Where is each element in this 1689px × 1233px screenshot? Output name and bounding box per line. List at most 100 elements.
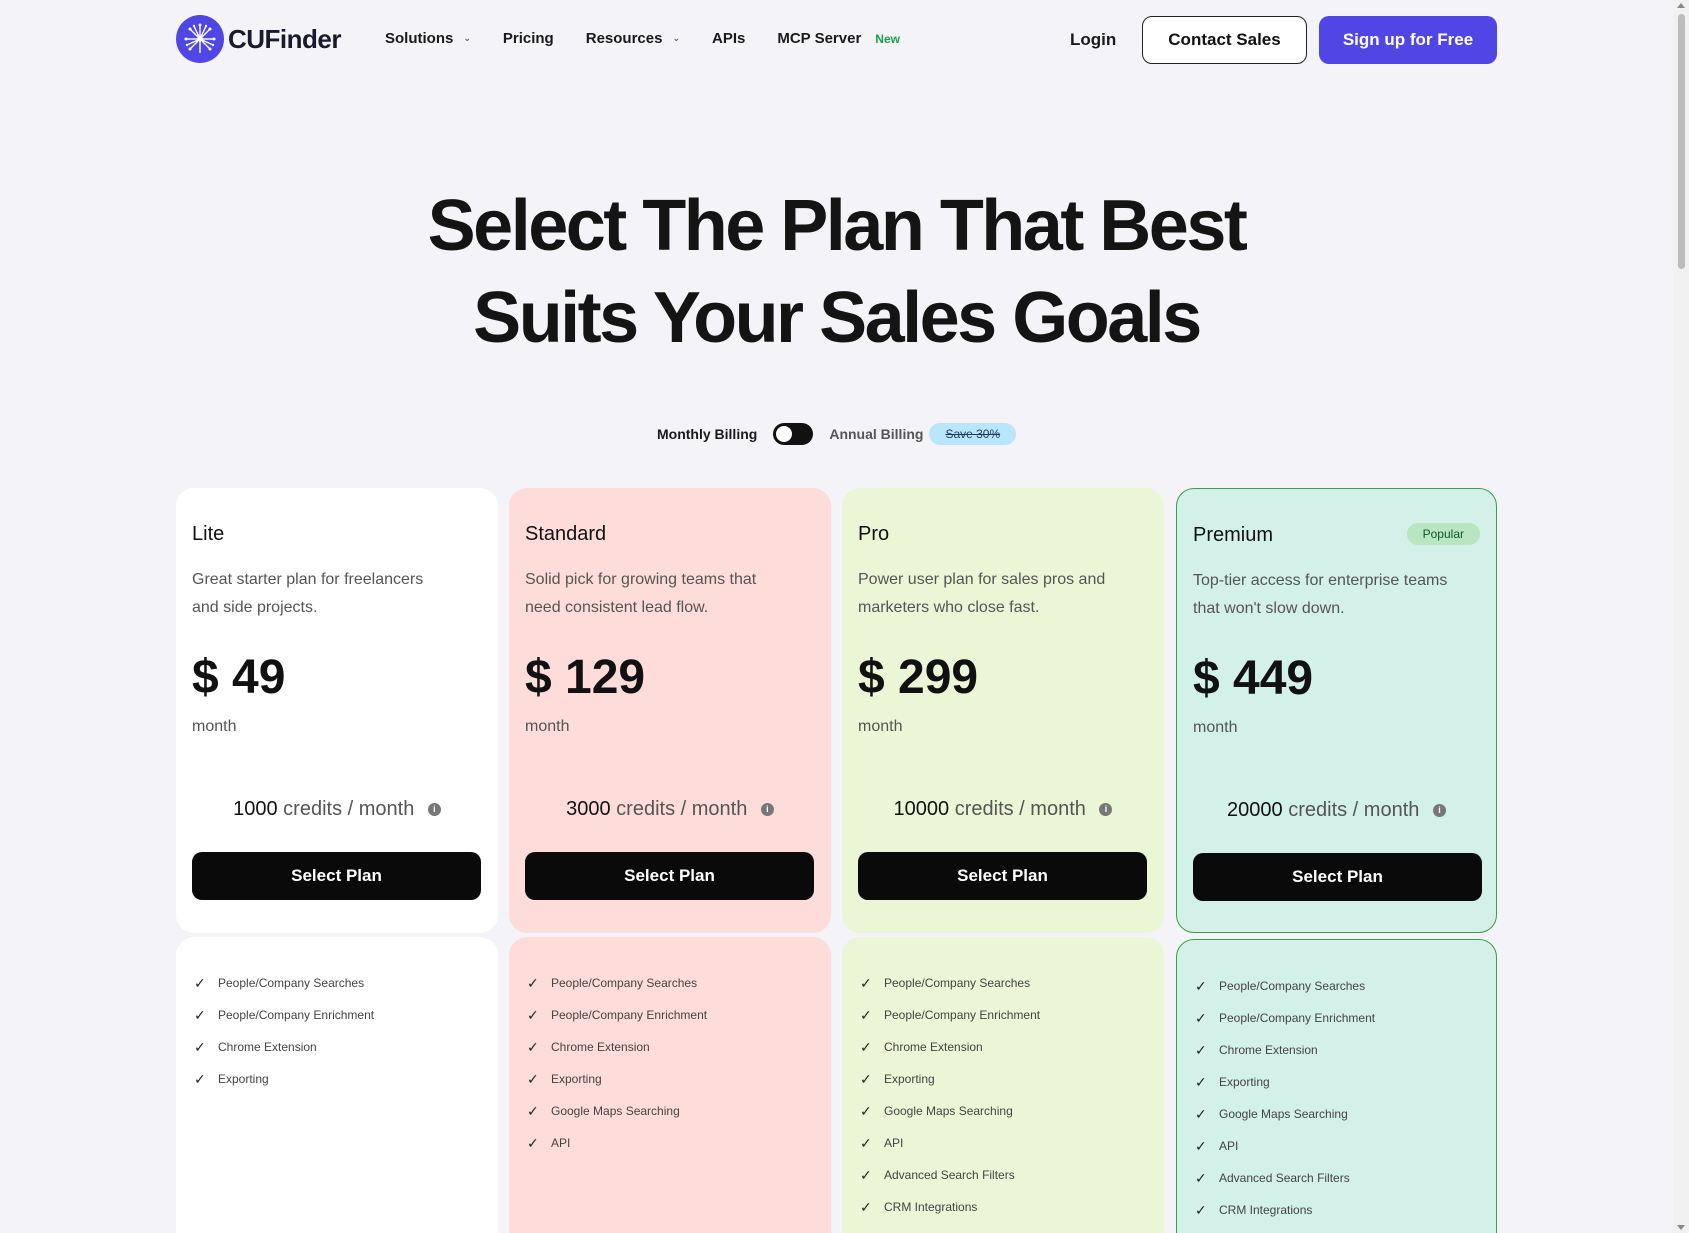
check-icon: ✓ <box>860 1038 872 1055</box>
plan-name: Lite <box>192 523 225 545</box>
nav-mcp-server-label: MCP Server <box>777 30 862 47</box>
nav-apis-label: APIs <box>712 30 746 47</box>
check-icon: ✓ <box>527 1102 539 1119</box>
feature-item: ✓ People/Company Enrichment <box>194 999 374 1031</box>
check-icon: ✓ <box>860 1006 872 1023</box>
check-icon: ✓ <box>860 1070 872 1087</box>
select-plan-button[interactable]: Select Plan <box>525 852 814 900</box>
feature-item: ✓ CRM Integrations <box>860 1191 1040 1223</box>
feature-item: ✓ API <box>527 1127 707 1159</box>
plan-price: $ 49 <box>192 651 286 704</box>
feature-label: People/Company Enrichment <box>1219 1011 1376 1025</box>
feature-label: Advanced Search Filters <box>884 1168 1015 1182</box>
plan-credits: 20000 credits / month i <box>1177 799 1496 822</box>
feature-item: ✓ Chrome Extension <box>1195 1034 1375 1066</box>
plan-credits: 1000 credits / month i <box>176 798 498 821</box>
feature-item: ✓ Chrome Extension <box>194 1031 374 1063</box>
feature-list: ✓ People/Company Searches ✓ People/Company … <box>194 967 374 1095</box>
feature-item: ✓ People/Company Searches <box>194 967 374 999</box>
check-icon: ✓ <box>527 974 539 991</box>
info-icon[interactable]: i <box>427 803 441 817</box>
contact-sales-button[interactable]: Contact Sales <box>1142 16 1307 64</box>
plan-period: month <box>525 718 570 735</box>
feature-label: CRM Integrations <box>1219 1203 1313 1217</box>
feature-list: ✓ People/Company Searches ✓ People/Company … <box>1195 970 1375 1226</box>
plan-period: month <box>192 718 237 735</box>
feature-label: People/Company Searches <box>884 976 1031 990</box>
check-icon: ✓ <box>527 1038 539 1055</box>
feature-item: ✓ Google Maps Searching <box>527 1095 707 1127</box>
check-icon: ✓ <box>1195 1041 1207 1058</box>
nav-apis[interactable]: APIs <box>712 30 745 47</box>
scroll-down-arrow-icon[interactable] <box>1677 1225 1685 1230</box>
feature-label: Google Maps Searching <box>884 1104 1013 1118</box>
feature-label: People/Company Enrichment <box>551 1008 708 1022</box>
check-icon: ✓ <box>860 1166 872 1183</box>
plan-name: Pro <box>858 523 890 545</box>
credits-text: credits / month <box>954 798 1086 820</box>
annual-billing-label[interactable]: Annual Billing <box>829 426 923 442</box>
select-plan-button[interactable]: Select Plan <box>858 852 1147 900</box>
nav-pricing[interactable]: Pricing <box>503 30 554 47</box>
feature-item: ✓ People/Company Searches <box>860 967 1040 999</box>
plan-description: Great starter plan for freelancers and s… <box>192 571 424 616</box>
scroll-up-arrow-icon[interactable] <box>1677 3 1685 8</box>
nav-solutions[interactable]: Solutions ⌄ <box>385 30 471 47</box>
feature-label: People/Company Searches <box>1219 979 1366 993</box>
features-card-standard: ✓ People/Company Searches ✓ People/Company … <box>509 937 831 1233</box>
feature-label: Chrome Extension <box>218 1040 317 1054</box>
plan-name: Premium <box>1193 524 1274 546</box>
feature-item: ✓ Advanced Search Filters <box>860 1159 1040 1191</box>
billing-toggle-row: Monthly Billing Annual Billing Save 30% <box>657 423 1017 445</box>
feature-item: ✓ Advanced Search Filters <box>1195 1162 1375 1194</box>
feature-label: API <box>1219 1139 1239 1153</box>
features-card-pro: ✓ People/Company Searches ✓ People/Company … <box>842 937 1164 1233</box>
plan-name: Standard <box>525 523 607 545</box>
check-icon: ✓ <box>527 1070 539 1087</box>
check-icon: ✓ <box>860 974 872 991</box>
nav-pricing-label: Pricing <box>502 30 554 47</box>
check-icon: ✓ <box>194 1006 206 1023</box>
plan-card-lite: Lite Great starter plan for freelancers … <box>176 488 498 933</box>
select-plan-button[interactable]: Select Plan <box>1193 853 1482 901</box>
check-icon: ✓ <box>527 1006 539 1023</box>
plan-description: Top-tier access for enterprise teams tha… <box>1193 572 1448 617</box>
new-badge: New <box>875 31 900 46</box>
plan-card-standard: Standard Solid pick for growing teams th… <box>509 488 831 933</box>
login-link[interactable]: Login <box>1070 30 1116 50</box>
scrollbar-thumb[interactable] <box>1678 14 1685 269</box>
dandelion-logo-icon <box>176 15 224 63</box>
logo-text: CUFinder <box>228 23 342 54</box>
logo[interactable]: CUFinder <box>176 15 342 63</box>
check-icon: ✓ <box>1195 1201 1207 1218</box>
nav-solutions-label: Solutions <box>385 30 454 47</box>
feature-list: ✓ People/Company Searches ✓ People/Company … <box>527 967 707 1159</box>
select-plan-button[interactable]: Select Plan <box>192 852 481 900</box>
popular-badge: Popular <box>1406 523 1480 545</box>
feature-item: ✓ API <box>860 1127 1040 1159</box>
nav-mcp-server[interactable]: MCP Server New <box>777 30 900 47</box>
signup-button[interactable]: Sign up for Free <box>1319 16 1497 64</box>
credits-text: credits / month <box>1288 799 1420 821</box>
check-icon: ✓ <box>860 1102 872 1119</box>
feature-label: CRM Integrations <box>884 1200 978 1214</box>
feature-label: Exporting <box>1219 1075 1270 1089</box>
plan-period: month <box>858 718 903 735</box>
feature-label: API <box>884 1136 904 1150</box>
page-scrollbar[interactable] <box>1673 0 1689 1233</box>
feature-item: ✓ People/Company Searches <box>527 967 707 999</box>
check-icon: ✓ <box>1195 1169 1207 1186</box>
info-icon[interactable]: i <box>760 803 774 817</box>
feature-item: ✓ Google Maps Searching <box>860 1095 1040 1127</box>
check-icon: ✓ <box>1195 1137 1207 1154</box>
check-icon: ✓ <box>194 974 206 991</box>
monthly-billing-label[interactable]: Monthly Billing <box>657 426 757 442</box>
feature-label: People/Company Searches <box>551 976 698 990</box>
info-icon[interactable]: i <box>1432 804 1446 818</box>
check-icon: ✓ <box>1195 1105 1207 1122</box>
feature-label: API <box>551 1136 571 1150</box>
billing-toggle-switch[interactable] <box>773 423 814 445</box>
nav-resources[interactable]: Resources ⌄ <box>586 30 680 47</box>
info-icon[interactable]: i <box>1099 803 1113 817</box>
plan-description: Solid pick for growing teams that need c… <box>525 571 757 616</box>
